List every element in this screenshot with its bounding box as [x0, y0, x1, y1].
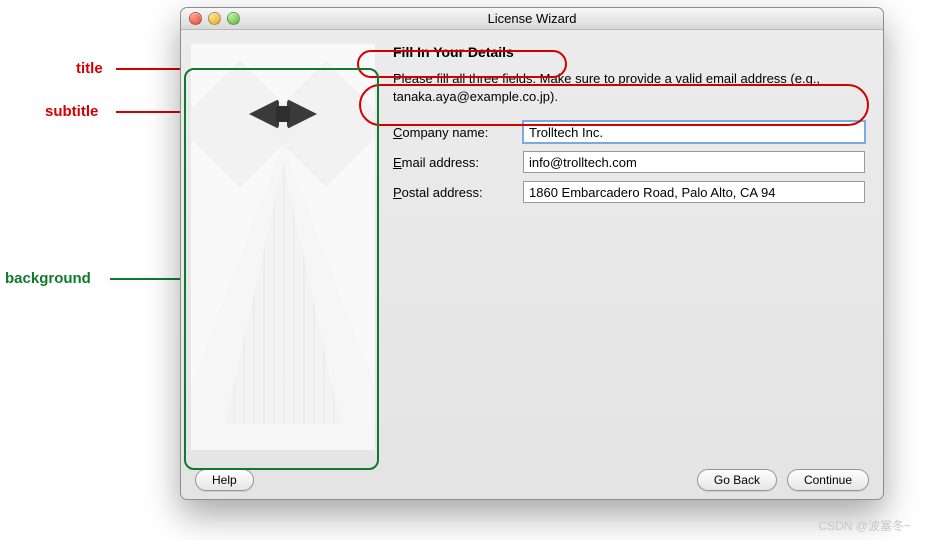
email-input[interactable]	[523, 151, 865, 173]
annotation-title-label: title	[76, 60, 103, 77]
page-subtitle: Please fill all three fields. Make sure …	[393, 70, 865, 105]
company-input[interactable]	[523, 121, 865, 143]
page-title: Fill In Your Details	[393, 44, 865, 60]
annotation-background-label: background	[5, 270, 91, 287]
zoom-icon[interactable]	[227, 12, 240, 25]
continue-button[interactable]: Continue	[787, 469, 869, 491]
titlebar: License Wizard	[181, 8, 883, 30]
postal-label: Postal address:	[393, 185, 523, 200]
close-icon[interactable]	[189, 12, 202, 25]
postal-input[interactable]	[523, 181, 865, 203]
help-button[interactable]: Help	[195, 469, 254, 491]
email-label: Email address:	[393, 155, 523, 170]
button-bar: Help Go Back Continue	[181, 460, 883, 500]
wizard-background-image	[191, 44, 375, 450]
annotation-arrow-background	[110, 278, 180, 280]
watermark: CSDN @波塞冬~	[818, 517, 911, 534]
window-title: License Wizard	[488, 11, 577, 26]
company-label: Company name:	[393, 125, 523, 140]
wizard-window: License Wizard Fill In Your Details Plea…	[180, 7, 884, 500]
minimize-icon[interactable]	[208, 12, 221, 25]
annotation-subtitle-label: subtitle	[45, 103, 98, 120]
back-button[interactable]: Go Back	[697, 469, 777, 491]
